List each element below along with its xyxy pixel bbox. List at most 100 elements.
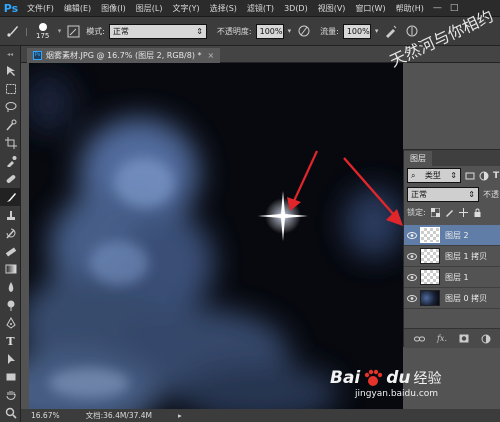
baidu-url: jingyan.baidu.com [355, 389, 439, 399]
layer-opacity-label: 不透 [483, 190, 499, 199]
mode-label: 模式: [86, 26, 105, 36]
flow-slider-icon[interactable]: ▾ [375, 27, 379, 35]
lock-all-icon[interactable] [473, 208, 482, 217]
lock-position-icon[interactable] [458, 208, 468, 217]
layer-row[interactable]: 图层 1 拷贝 [404, 246, 500, 267]
link-layers-icon[interactable] [413, 335, 425, 343]
menu-select[interactable]: 选择(S) [205, 3, 242, 14]
blend-mode-value: 正常 [411, 190, 427, 199]
baidu-brand-du: du [386, 368, 411, 388]
layers-panel-tabs: 图层 [404, 150, 500, 166]
brush-panel-icon[interactable] [65, 23, 82, 40]
minimize-button[interactable]: — [429, 3, 446, 13]
adjustment-layer-icon[interactable] [481, 334, 491, 344]
menu-file[interactable]: 文件(F) [22, 3, 59, 14]
lock-label: 锁定: [407, 208, 426, 217]
status-bar: 16.67% 文档:36.4M/37.4M ▸ [21, 409, 500, 422]
clone-stamp-tool-icon[interactable] [0, 206, 21, 224]
layer-row[interactable]: 图层 1 [404, 267, 500, 288]
adjustment-filter-icon[interactable] [479, 171, 489, 181]
document-title: 烟雾素材.JPG @ 16.7% (图层 2, RGB/8) * [46, 51, 202, 60]
layer-thumbnail [420, 269, 440, 285]
layer-filter-row: ⌕ 类型 ⇕ T [407, 168, 499, 183]
dodge-tool-icon[interactable] [0, 296, 21, 314]
eraser-tool-icon[interactable] [0, 242, 21, 260]
photoshop-logo: Ps [3, 1, 19, 15]
pressure-opacity-icon[interactable] [295, 23, 312, 40]
document-size[interactable]: 文档:36.4M/37.4M [86, 410, 152, 421]
opacity-input[interactable]: 100% [255, 23, 284, 39]
crop-tool-icon[interactable] [0, 134, 21, 152]
lock-row: 锁定: [407, 207, 482, 218]
layer-row[interactable]: 图层 2 [404, 225, 500, 246]
menu-image[interactable]: 图像(I) [96, 3, 131, 14]
type-filter-icon[interactable]: T [493, 171, 499, 181]
tab-layers[interactable]: 图层 [404, 151, 432, 166]
eye-icon[interactable] [404, 273, 420, 281]
brush-tool-button[interactable] [0, 188, 21, 206]
brush-icon [6, 193, 16, 202]
menu-edit[interactable]: 编辑(E) [59, 3, 96, 14]
baidu-jingyan-logo: Bai du 经验 [330, 368, 442, 388]
blend-mode-select[interactable]: 正常 ⇕ [407, 187, 479, 202]
document-canvas[interactable] [29, 63, 403, 409]
layer-name: 图层 2 [445, 230, 469, 240]
layer-name: 图层 0 拷贝 [445, 293, 488, 303]
menu-window[interactable]: 窗口(W) [350, 3, 390, 14]
flow-label: 流量: [320, 26, 339, 36]
move-tool-icon[interactable] [0, 62, 21, 80]
menu-help[interactable]: 帮助(H) [391, 3, 429, 14]
opacity-slider-icon[interactable]: ▾ [288, 27, 292, 35]
toolbox-collapse-icon[interactable]: ◂◂ [0, 46, 20, 62]
pixel-filter-icon[interactable] [465, 171, 475, 181]
layer-mask-icon[interactable] [459, 334, 469, 343]
zoom-level[interactable]: 16.67% [31, 411, 60, 420]
lock-transparency-icon[interactable] [430, 208, 440, 217]
airbrush-icon[interactable] [382, 23, 399, 40]
eye-icon[interactable] [404, 294, 420, 302]
eyedropper-tool-icon[interactable] [0, 152, 21, 170]
menu-filter[interactable]: 滤镜(T) [242, 3, 279, 14]
maximize-button[interactable]: □ [446, 3, 463, 13]
layer-filter-value: 类型 [424, 171, 441, 180]
blur-tool-icon[interactable] [0, 278, 21, 296]
layer-filter-select[interactable]: ⌕ 类型 ⇕ [407, 168, 461, 183]
close-tab-icon[interactable]: × [208, 51, 215, 60]
eye-icon[interactable] [404, 252, 420, 260]
baidu-brand-bai: Bai [330, 368, 361, 388]
flow-input[interactable]: 100% [342, 23, 371, 39]
menu-layer[interactable]: 图层(L) [131, 3, 168, 14]
layer-row[interactable]: 图层 0 拷贝 [404, 288, 500, 309]
layer-thumbnail [420, 227, 440, 243]
eye-icon[interactable] [404, 231, 420, 239]
type-tool-icon[interactable]: T [0, 332, 21, 350]
brush-tool-icon[interactable] [4, 23, 21, 40]
fx-icon[interactable]: fx. [437, 334, 447, 343]
menu-3d[interactable]: 3D(D) [279, 4, 313, 13]
brush-size-preset[interactable]: 175 [32, 19, 54, 43]
hand-tool-icon[interactable] [0, 386, 21, 404]
menu-view[interactable]: 视图(V) [313, 3, 351, 14]
opacity-value: 100% [259, 26, 283, 36]
gradient-tool-icon[interactable] [0, 260, 21, 278]
document-tab[interactable]: Ps 烟雾素材.JPG @ 16.7% (图层 2, RGB/8) * × [27, 48, 221, 63]
history-brush-tool-icon[interactable] [0, 224, 21, 242]
lock-pixels-icon[interactable] [445, 208, 454, 217]
layers-panel: 图层 ⌕ 类型 ⇕ T 正常 ⇕ 不透 锁定: 图层 2 图层 1 拷贝 图层 … [403, 149, 500, 348]
search-icon: ⌕ [411, 170, 416, 180]
shape-tool-icon[interactable] [0, 368, 21, 386]
healing-brush-tool-icon[interactable] [0, 170, 21, 188]
chevron-down-icon[interactable]: ▾ [58, 27, 62, 35]
opacity-label: 不透明度: [216, 26, 252, 36]
pen-tool-icon[interactable] [0, 314, 21, 332]
flow-value: 100% [346, 26, 370, 36]
layer-thumbnail [420, 248, 440, 264]
lasso-tool-icon[interactable] [0, 98, 21, 116]
status-menu-icon[interactable]: ▸ [178, 411, 182, 420]
path-select-tool-icon[interactable] [0, 350, 21, 368]
mode-select[interactable]: 正常 ⇕ [108, 23, 207, 39]
menu-type[interactable]: 文字(Y) [167, 3, 204, 14]
marquee-tool-icon[interactable] [0, 80, 21, 98]
zoom-tool-icon[interactable] [0, 404, 21, 422]
quick-select-tool-icon[interactable] [0, 116, 21, 134]
